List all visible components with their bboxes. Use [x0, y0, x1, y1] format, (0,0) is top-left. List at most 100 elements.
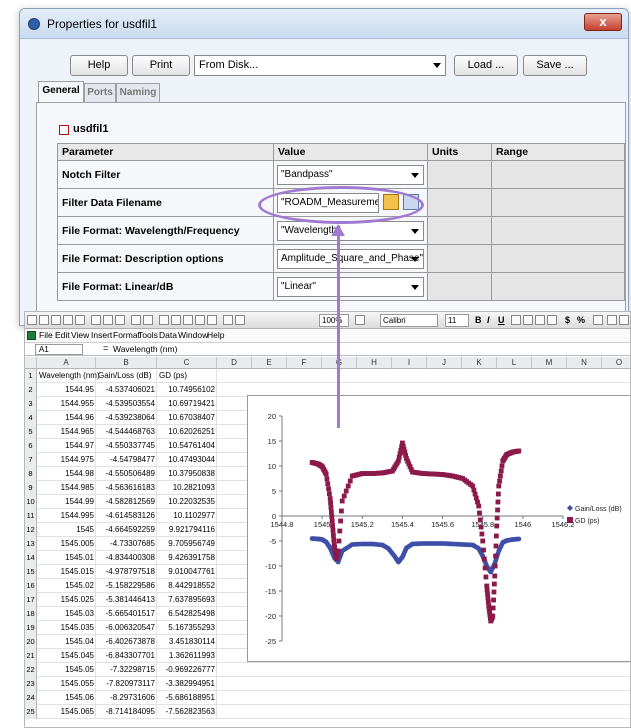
- cell-gain-loss[interactable]: -4.544468763: [97, 425, 157, 439]
- cell-gain-loss[interactable]: -4.614583126: [97, 509, 157, 523]
- tab-general[interactable]: General: [38, 81, 84, 103]
- cell-gd[interactable]: 9.921794116: [158, 523, 217, 537]
- autosum-icon[interactable]: [171, 315, 181, 325]
- cell-gain-loss[interactable]: -6.402673878: [97, 635, 157, 649]
- cell-wavelength[interactable]: 1545.055: [38, 677, 96, 691]
- cell-wavelength[interactable]: 1544.985: [38, 481, 96, 495]
- column-header[interactable]: K: [462, 357, 497, 369]
- column-header[interactable]: C: [157, 357, 217, 369]
- row-number[interactable]: 2: [25, 383, 37, 397]
- tab-ports[interactable]: Ports: [84, 83, 116, 103]
- borders-icon[interactable]: [619, 315, 629, 325]
- row-number[interactable]: 8: [25, 467, 37, 481]
- menu-window[interactable]: Window: [178, 330, 208, 340]
- preview-icon[interactable]: [75, 315, 85, 325]
- cell-wavelength[interactable]: 1545.005: [38, 537, 96, 551]
- menu-view[interactable]: View: [71, 330, 89, 340]
- column-header[interactable]: D: [217, 357, 252, 369]
- row-number[interactable]: 14: [25, 551, 37, 565]
- save-icon[interactable]: [51, 315, 61, 325]
- cell-gain-loss[interactable]: -4.834400308: [97, 551, 157, 565]
- cell-wavelength[interactable]: Wavelength (nm): [38, 369, 100, 383]
- cell-gain-loss[interactable]: -4.978797518: [97, 565, 157, 579]
- copy-icon[interactable]: [103, 315, 113, 325]
- menu-help[interactable]: Help: [207, 330, 224, 340]
- row-number[interactable]: 22: [25, 663, 37, 677]
- row-number[interactable]: 15: [25, 565, 37, 579]
- cell-gd[interactable]: 10.69719421: [158, 397, 217, 411]
- column-header[interactable]: M: [532, 357, 567, 369]
- row-number[interactable]: 9: [25, 481, 37, 495]
- value-dropdown[interactable]: "Bandpass": [277, 164, 424, 185]
- font-size-select[interactable]: 11: [445, 314, 469, 327]
- cell-wavelength[interactable]: 1544.955: [38, 397, 96, 411]
- row-number[interactable]: 7: [25, 453, 37, 467]
- row-number[interactable]: 12: [25, 523, 37, 537]
- currency-button[interactable]: $: [565, 315, 570, 325]
- cell-wavelength[interactable]: 1544.975: [38, 453, 96, 467]
- cell-gd[interactable]: 10.37950838: [158, 467, 217, 481]
- column-header[interactable]: O: [602, 357, 630, 369]
- sort-asc-icon[interactable]: [195, 315, 205, 325]
- row-number[interactable]: 24: [25, 691, 37, 705]
- formula-input[interactable]: Wavelength (nm): [113, 344, 177, 354]
- menu-edit[interactable]: Edit: [55, 330, 70, 340]
- row-number[interactable]: 13: [25, 537, 37, 551]
- cell-gain-loss[interactable]: -7.32298715: [97, 663, 157, 677]
- row-number[interactable]: 21: [25, 649, 37, 663]
- cell-wavelength[interactable]: 1545: [38, 523, 96, 537]
- row-number[interactable]: 25: [25, 705, 37, 719]
- align-left-icon[interactable]: [511, 315, 521, 325]
- cell-gd[interactable]: 6.542825498: [158, 607, 217, 621]
- help-icon[interactable]: [355, 315, 365, 325]
- cell-gain-loss[interactable]: -4.550337745: [97, 439, 157, 453]
- paste-icon[interactable]: [115, 315, 125, 325]
- print-icon[interactable]: [63, 315, 73, 325]
- from-disk-dropdown[interactable]: From Disk...: [194, 55, 446, 76]
- open-icon[interactable]: [39, 315, 49, 325]
- cell-gd[interactable]: GD (ps): [158, 369, 217, 383]
- menu-tools[interactable]: Tools: [138, 330, 158, 340]
- percent-button[interactable]: %: [577, 315, 585, 325]
- cell-wavelength[interactable]: 1545.045: [38, 649, 96, 663]
- chart-wizard-icon[interactable]: [223, 315, 233, 325]
- cell-gd[interactable]: 10.67038407: [158, 411, 217, 425]
- embedded-chart[interactable]: 20 15 10 5 0 -5 -10 -15 -20 -25 1544.8 1545 1545.2 15…: [247, 395, 630, 662]
- cell-gain-loss[interactable]: -4.537406021: [97, 383, 157, 397]
- cell-gain-loss[interactable]: -4.550506489: [97, 467, 157, 481]
- row-number[interactable]: 5: [25, 425, 37, 439]
- title-bar[interactable]: Properties for usdfil1 x: [20, 9, 628, 39]
- italic-button[interactable]: I: [487, 315, 490, 325]
- cell-gain-loss[interactable]: -4.582812569: [97, 495, 157, 509]
- cell-gain-loss[interactable]: -5.381446413: [97, 593, 157, 607]
- cell-gain-loss[interactable]: -4.539503554: [97, 397, 157, 411]
- cell-gd[interactable]: 10.2821093: [158, 481, 217, 495]
- hyperlink-icon[interactable]: [159, 315, 169, 325]
- column-header[interactable]: F: [287, 357, 322, 369]
- cell-gd[interactable]: -3.382994951: [158, 677, 217, 691]
- undo-icon[interactable]: [131, 315, 141, 325]
- row-number[interactable]: 23: [25, 677, 37, 691]
- sort-desc-icon[interactable]: [207, 315, 217, 325]
- menu-insert[interactable]: Insert: [91, 330, 112, 340]
- cell-wavelength[interactable]: 1544.99: [38, 495, 96, 509]
- cell-gain-loss[interactable]: -4.539238064: [97, 411, 157, 425]
- cell-wavelength[interactable]: 1545.02: [38, 579, 96, 593]
- cell-gd[interactable]: 1.362611993: [158, 649, 217, 663]
- function-icon[interactable]: [183, 315, 193, 325]
- cell-wavelength[interactable]: 1545.065: [38, 705, 96, 719]
- save-button[interactable]: Save ...: [523, 55, 587, 76]
- row-number[interactable]: 20: [25, 635, 37, 649]
- cell-gain-loss[interactable]: -4.54798477: [97, 453, 157, 467]
- new-icon[interactable]: [27, 315, 37, 325]
- cell-gain-loss[interactable]: -5.158229586: [97, 579, 157, 593]
- row-number[interactable]: 1: [25, 369, 37, 383]
- cell-gd[interactable]: 9.705956749: [158, 537, 217, 551]
- cell-gd[interactable]: 10.1102977: [158, 509, 217, 523]
- bold-button[interactable]: B: [475, 315, 482, 325]
- cell-gd[interactable]: 3.451830114: [158, 635, 217, 649]
- align-right-icon[interactable]: [535, 315, 545, 325]
- select-all-corner[interactable]: [25, 357, 37, 369]
- cell-wavelength[interactable]: 1545.05: [38, 663, 96, 677]
- cell-wavelength[interactable]: 1544.995: [38, 509, 96, 523]
